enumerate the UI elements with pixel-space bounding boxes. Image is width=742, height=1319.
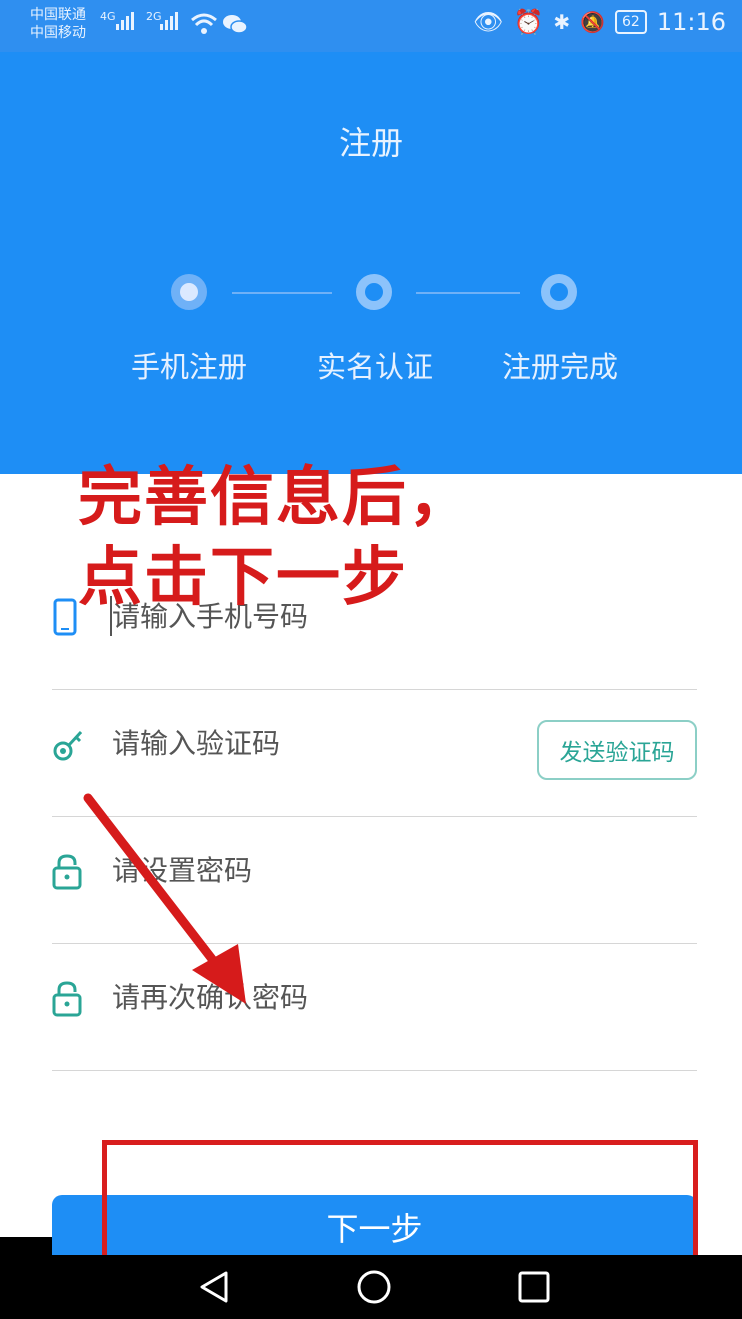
status-right: 👁 ⏰ ✱ 🔕 62 11:16 xyxy=(473,8,726,36)
eye-icon: 👁 xyxy=(472,8,504,36)
network-type-1: 4G xyxy=(100,10,116,23)
key-icon xyxy=(53,730,82,761)
status-bar: 中国联通 中国移动 4G 2G 👁 ⏰ ✱ 🔕 62 11:16 xyxy=(0,0,742,52)
annotation-text: 完善信息后， 点击下一步 xyxy=(78,458,474,618)
header: 注册 手机注册 实名认证 注册完成 xyxy=(0,52,742,474)
verification-code-field: 发送验证码 xyxy=(52,689,697,817)
recent-apps-icon[interactable] xyxy=(516,1269,552,1305)
wechat-icon xyxy=(223,15,248,34)
confirm-password-field xyxy=(52,943,697,1071)
annotation-line-1: 完善信息后， xyxy=(78,461,474,535)
step-connector-2 xyxy=(416,292,520,294)
password-field xyxy=(52,816,697,944)
password-input[interactable] xyxy=(112,848,512,892)
signal-bars-1-icon xyxy=(116,12,134,30)
home-icon[interactable] xyxy=(356,1269,392,1305)
carrier-2: 中国移动 xyxy=(30,25,86,41)
carrier-1: 中国联通 xyxy=(30,7,86,23)
send-code-button[interactable]: 发送验证码 xyxy=(537,720,697,780)
verification-code-input[interactable] xyxy=(112,721,512,765)
navbar-edge xyxy=(0,1237,52,1255)
page-title: 注册 xyxy=(338,124,403,162)
confirm-password-input[interactable] xyxy=(112,975,512,1019)
lock-icon xyxy=(52,981,82,1017)
lock-icon xyxy=(52,854,82,890)
carrier-info: 中国联通 中国移动 xyxy=(30,6,86,42)
annotation-highlight-box xyxy=(102,1140,698,1260)
step-1-label: 手机注册 xyxy=(130,350,247,384)
step-2-label: 实名认证 xyxy=(316,350,433,384)
step-2-indicator xyxy=(356,274,392,310)
step-connector-1 xyxy=(232,292,332,294)
battery-indicator: 62 xyxy=(615,10,647,34)
bluetooth-icon: ✱ xyxy=(553,10,571,34)
annotation-line-2: 点击下一步 xyxy=(78,541,408,615)
signal-bars-2-icon xyxy=(160,12,178,30)
system-nav-bar xyxy=(0,1255,742,1319)
step-3-label: 注册完成 xyxy=(501,350,618,384)
back-icon[interactable] xyxy=(196,1269,232,1305)
alarm-icon: ⏰ xyxy=(513,8,544,36)
clock: 11:16 xyxy=(656,8,726,36)
step-3-indicator xyxy=(541,274,577,310)
wifi-icon xyxy=(191,13,217,34)
mute-bell-icon: 🔕 xyxy=(580,10,605,34)
step-1-indicator xyxy=(171,274,207,310)
